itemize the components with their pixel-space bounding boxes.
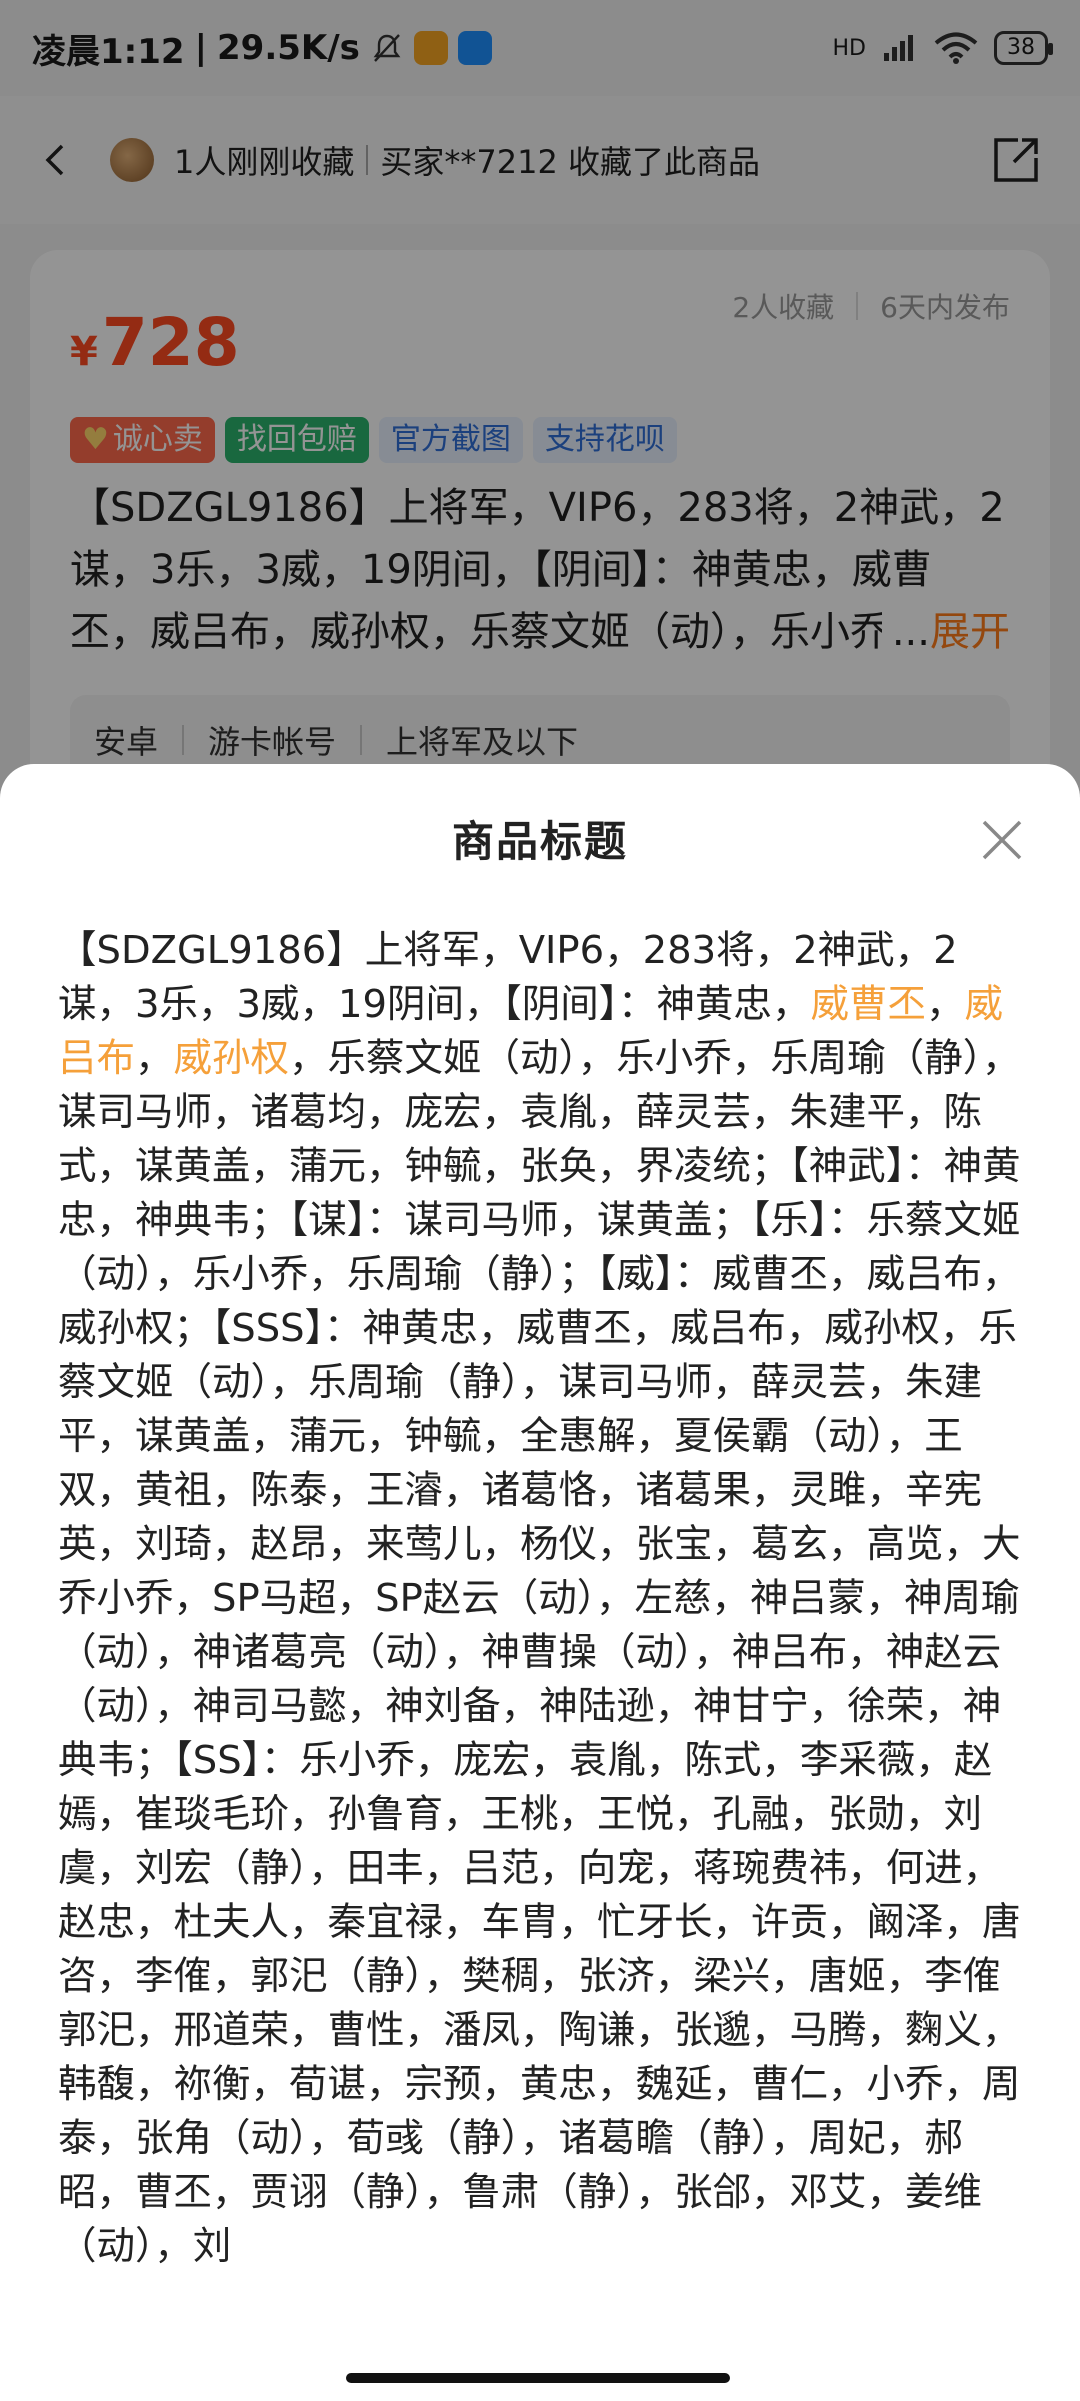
highlight-wei-sunquan: 威孙权 [173, 1036, 290, 1081]
close-icon[interactable] [980, 818, 1024, 862]
home-indicator[interactable] [346, 2373, 730, 2383]
full-title-text: 【SDZGL9186】上将军，VIP6，283将，2神武，2谋，3乐，3威，19… [0, 912, 1080, 2372]
title-segment: ， [926, 982, 965, 1027]
sheet-title: 商品标题 [451, 816, 628, 866]
title-segment: ， [135, 1036, 174, 1081]
sheet-header: 商品标题 [0, 764, 1080, 912]
title-bottom-sheet: 商品标题 【SDZGL9186】上将军，VIP6，283将，2神武，2谋，3乐，… [0, 764, 1080, 2401]
highlight-wei-caopi: 威曹丕 [810, 982, 926, 1027]
title-segment: ，乐蔡文姬（动），乐小乔，乐周瑜（静），谋司马师，诸葛均，庞宏，袁胤，薛灵芸，朱… [58, 1036, 1021, 2269]
